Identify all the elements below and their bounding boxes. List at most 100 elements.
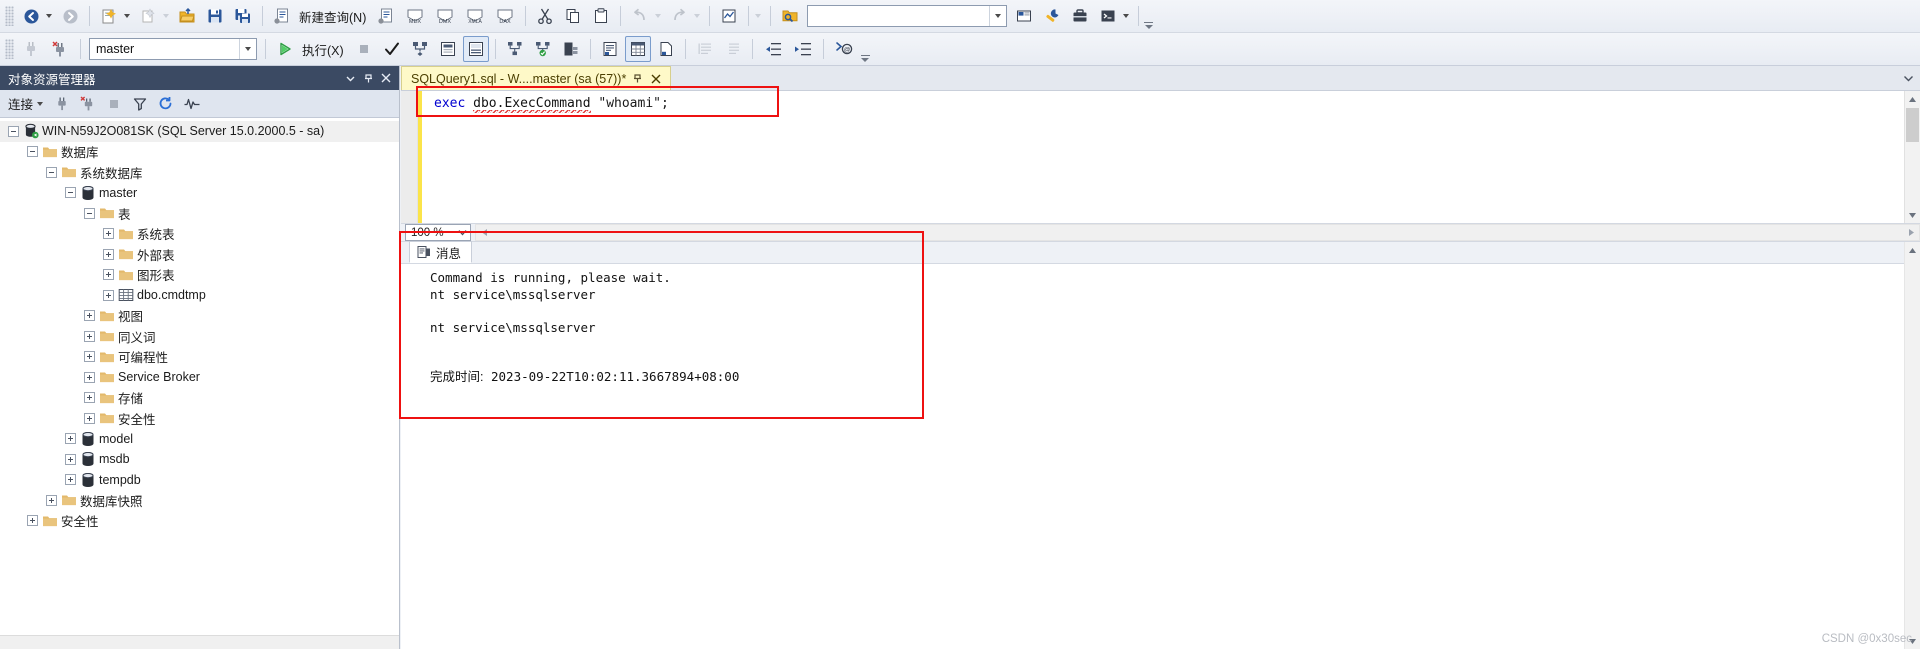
editor-zoom-dropdown-icon[interactable] <box>458 225 467 240</box>
oe-window-dropdown-button[interactable] <box>341 68 359 88</box>
new-console-button[interactable] <box>1095 3 1121 29</box>
tree-expand-icon[interactable] <box>27 515 38 527</box>
editor-zoom-selector[interactable]: 100 % <box>405 224 471 241</box>
tree-node[interactable]: tempdb <box>0 470 399 491</box>
activity-monitor-button[interactable] <box>716 3 742 29</box>
tree-node[interactable]: 系统数据库 <box>0 162 399 183</box>
new-mdx-query-button[interactable]: MDX <box>401 3 429 29</box>
navigate-backward-caret-icon[interactable] <box>46 14 52 18</box>
tree-node[interactable]: 安全性 <box>0 511 399 532</box>
tree-collapse-icon[interactable] <box>8 125 19 137</box>
object-explorer-hscrollbar[interactable] <box>0 635 399 649</box>
include-live-stats-button[interactable] <box>530 36 556 62</box>
uncomment-lines-button[interactable] <box>720 36 746 62</box>
stop-button[interactable] <box>351 36 377 62</box>
tree-expand-icon[interactable] <box>84 310 95 322</box>
toolbar-grip[interactable] <box>5 6 14 26</box>
tree-expand-icon[interactable] <box>103 289 114 301</box>
copy-button[interactable] <box>560 3 586 29</box>
tree-expand-icon[interactable] <box>103 269 114 281</box>
tree-node[interactable]: model <box>0 429 399 450</box>
new-query-with-current-connection-button[interactable] <box>373 3 399 29</box>
tree-expand-icon[interactable] <box>84 371 95 383</box>
oe-connect-button[interactable]: 连接 <box>4 93 49 115</box>
oe-activity-button[interactable] <box>180 93 204 115</box>
oe-pin-button[interactable] <box>359 68 377 88</box>
tab-messages[interactable]: 消息 <box>409 241 473 263</box>
tree-node[interactable]: 图形表 <box>0 265 399 286</box>
tree-node[interactable]: WIN-N59J2O081SK (SQL Server 15.0.2000.5 … <box>0 121 399 142</box>
editor-scroll-thumb[interactable] <box>1906 108 1919 142</box>
tree-node[interactable]: 外部表 <box>0 244 399 265</box>
tab-close-icon[interactable] <box>648 70 664 88</box>
tree-collapse-icon[interactable] <box>27 146 38 158</box>
tree-expand-icon[interactable] <box>65 474 76 486</box>
tree-node[interactable]: 表 <box>0 203 399 224</box>
include-client-statistics-button[interactable] <box>462 36 489 62</box>
execute-label[interactable]: 执行(X) <box>300 36 349 62</box>
scroll-down-arrow-icon[interactable] <box>1905 207 1920 223</box>
tree-expand-icon[interactable] <box>84 392 95 404</box>
messages-output[interactable]: Command is running, please wait. nt servi… <box>401 264 1920 649</box>
object-explorer-tree[interactable]: WIN-N59J2O081SK (SQL Server 15.0.2000.5 … <box>0 118 399 635</box>
toolbar-overflow-handle[interactable] <box>860 36 870 62</box>
navigate-backward-button[interactable] <box>18 3 44 29</box>
save-button[interactable] <box>202 3 228 29</box>
results-to-text-button[interactable] <box>597 36 623 62</box>
editor-vertical-scrollbar[interactable] <box>1904 91 1920 223</box>
toolbar-overflow-button[interactable] <box>755 14 762 18</box>
tree-node[interactable]: 安全性 <box>0 408 399 429</box>
scroll-up-arrow-icon[interactable] <box>1905 242 1920 258</box>
execute-button[interactable] <box>272 36 298 62</box>
tab-pin-icon[interactable] <box>629 70 645 88</box>
new-dmx-query-button[interactable]: DMX <box>431 3 459 29</box>
open-file-button[interactable] <box>174 3 200 29</box>
oe-disconnect-button[interactable] <box>76 93 100 115</box>
scroll-right-arrow-icon[interactable] <box>1903 228 1919 237</box>
tree-node[interactable]: 可编程性 <box>0 347 399 368</box>
add-new-item-caret-icon[interactable] <box>163 14 169 18</box>
scroll-up-arrow-icon[interactable] <box>1905 91 1920 107</box>
tree-node[interactable]: dbo.cmdtmp <box>0 285 399 306</box>
scroll-left-arrow-icon[interactable] <box>476 228 492 237</box>
results-to-file-button[interactable] <box>653 36 679 62</box>
tree-expand-icon[interactable] <box>84 330 95 342</box>
new-job-button[interactable] <box>1067 3 1093 29</box>
database-selector-dropdown-icon[interactable] <box>239 39 256 59</box>
toolbar-overflow-handle[interactable] <box>1144 3 1154 29</box>
comment-lines-button[interactable] <box>692 36 718 62</box>
tree-node[interactable]: 系统表 <box>0 224 399 245</box>
tree-node[interactable]: msdb <box>0 449 399 470</box>
tree-node[interactable]: master <box>0 183 399 204</box>
tree-expand-icon[interactable] <box>46 494 57 506</box>
redo-button[interactable] <box>666 3 692 29</box>
tree-expand-icon[interactable] <box>84 351 95 363</box>
tree-node[interactable]: Service Broker <box>0 367 399 388</box>
tree-expand-icon[interactable] <box>65 433 76 445</box>
parse-query-button[interactable] <box>379 36 405 62</box>
oe-connect-plug-button[interactable] <box>50 93 74 115</box>
save-all-button[interactable] <box>230 3 256 29</box>
oe-stop-button[interactable] <box>102 93 126 115</box>
disconnect-button[interactable] <box>46 36 74 62</box>
sqlcmd-mode-button[interactable]: @ <box>830 36 858 62</box>
tree-expand-icon[interactable] <box>84 412 95 424</box>
quick-launch-search-dropdown-icon[interactable] <box>989 6 1007 26</box>
quick-launch-search[interactable] <box>807 5 1008 27</box>
undo-button[interactable] <box>627 3 653 29</box>
new-query-button[interactable] <box>269 3 295 29</box>
sql-code-text[interactable]: exec dbo.ExecCommand "whoami"; <box>422 91 1920 223</box>
oe-filter-button[interactable] <box>128 93 152 115</box>
tree-node[interactable]: 存储 <box>0 388 399 409</box>
tab-sqlquery1[interactable]: SQLQuery1.sql - W....master (sa (57))* <box>401 66 672 90</box>
tree-node[interactable]: 视图 <box>0 306 399 327</box>
decrease-indent-button[interactable] <box>759 36 787 62</box>
tree-node[interactable]: 数据库快照 <box>0 490 399 511</box>
tree-node[interactable]: 同义词 <box>0 326 399 347</box>
results-to-grid-button[interactable] <box>624 36 651 62</box>
editor-horizontal-scrollbar[interactable] <box>475 224 1920 241</box>
database-selector[interactable]: master <box>89 38 257 60</box>
display-estimated-plan-button[interactable] <box>407 36 433 62</box>
query-options-button[interactable] <box>435 36 461 62</box>
add-new-item-button[interactable] <box>135 3 161 29</box>
